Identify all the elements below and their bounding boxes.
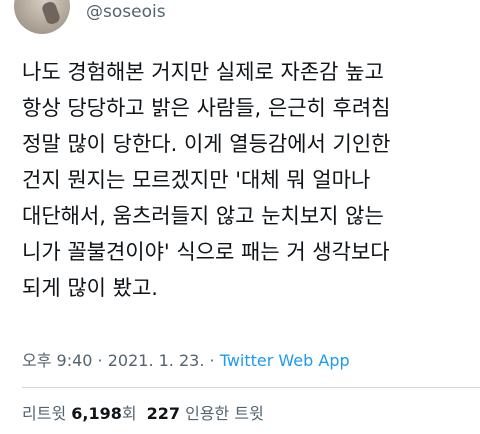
retweets-count: 6,198 xyxy=(71,404,122,423)
divider xyxy=(22,387,480,388)
retweets-unit: 회 xyxy=(121,404,137,423)
tweet-date[interactable]: 2021. 1. 23. xyxy=(108,351,205,370)
quotes-stat[interactable]: 227 인용한 트윗 xyxy=(147,404,264,423)
meta-separator: · xyxy=(204,351,220,370)
tweet-text-line: 정말 많이 당한다. 이게 열등감에서 기인한 xyxy=(22,132,391,156)
tweet-text-line: 되게 많이 봤고. xyxy=(22,276,158,300)
retweets-label: 리트윗 xyxy=(22,404,67,423)
tweet-text: 나도 경험해본 거지만 실제로 자존감 높고 항상 당당하고 밝은 사람들, 은… xyxy=(22,54,472,306)
tweet-time[interactable]: 오후 9:40 xyxy=(22,351,92,370)
tweet-header: @soseois xyxy=(0,0,480,40)
tweet-source-link[interactable]: Twitter Web App xyxy=(220,351,350,370)
tweet-meta: 오후 9:40 · 2021. 1. 23. · Twitter Web App xyxy=(22,347,350,371)
tweet-text-line: 나도 경험해본 거지만 실제로 자존감 높고 xyxy=(22,60,384,84)
quotes-label: 인용한 트윗 xyxy=(185,404,264,423)
tweet-stats: 리트윗 6,198회 227 인용한 트윗 xyxy=(22,400,264,424)
tweet-text-line: 항상 당당하고 밝은 사람들, 은근히 후려침 xyxy=(22,96,391,120)
avatar[interactable] xyxy=(14,0,70,34)
author-handle[interactable]: @soseois xyxy=(86,2,166,22)
meta-separator: · xyxy=(92,351,108,370)
quotes-count: 227 xyxy=(146,404,181,423)
tweet-text-line: 건지 뭔지는 모르겠지만 '대체 뭐 얼마나 xyxy=(22,168,371,192)
tweet-text-line: 대단해서, 움츠러들지 않고 눈치보지 않는 xyxy=(22,204,384,228)
tweet-text-line: 니가 꼴불견이야' 식으로 패는 거 생각보다 xyxy=(22,240,390,264)
retweets-stat[interactable]: 리트윗 6,198회 xyxy=(22,404,137,423)
